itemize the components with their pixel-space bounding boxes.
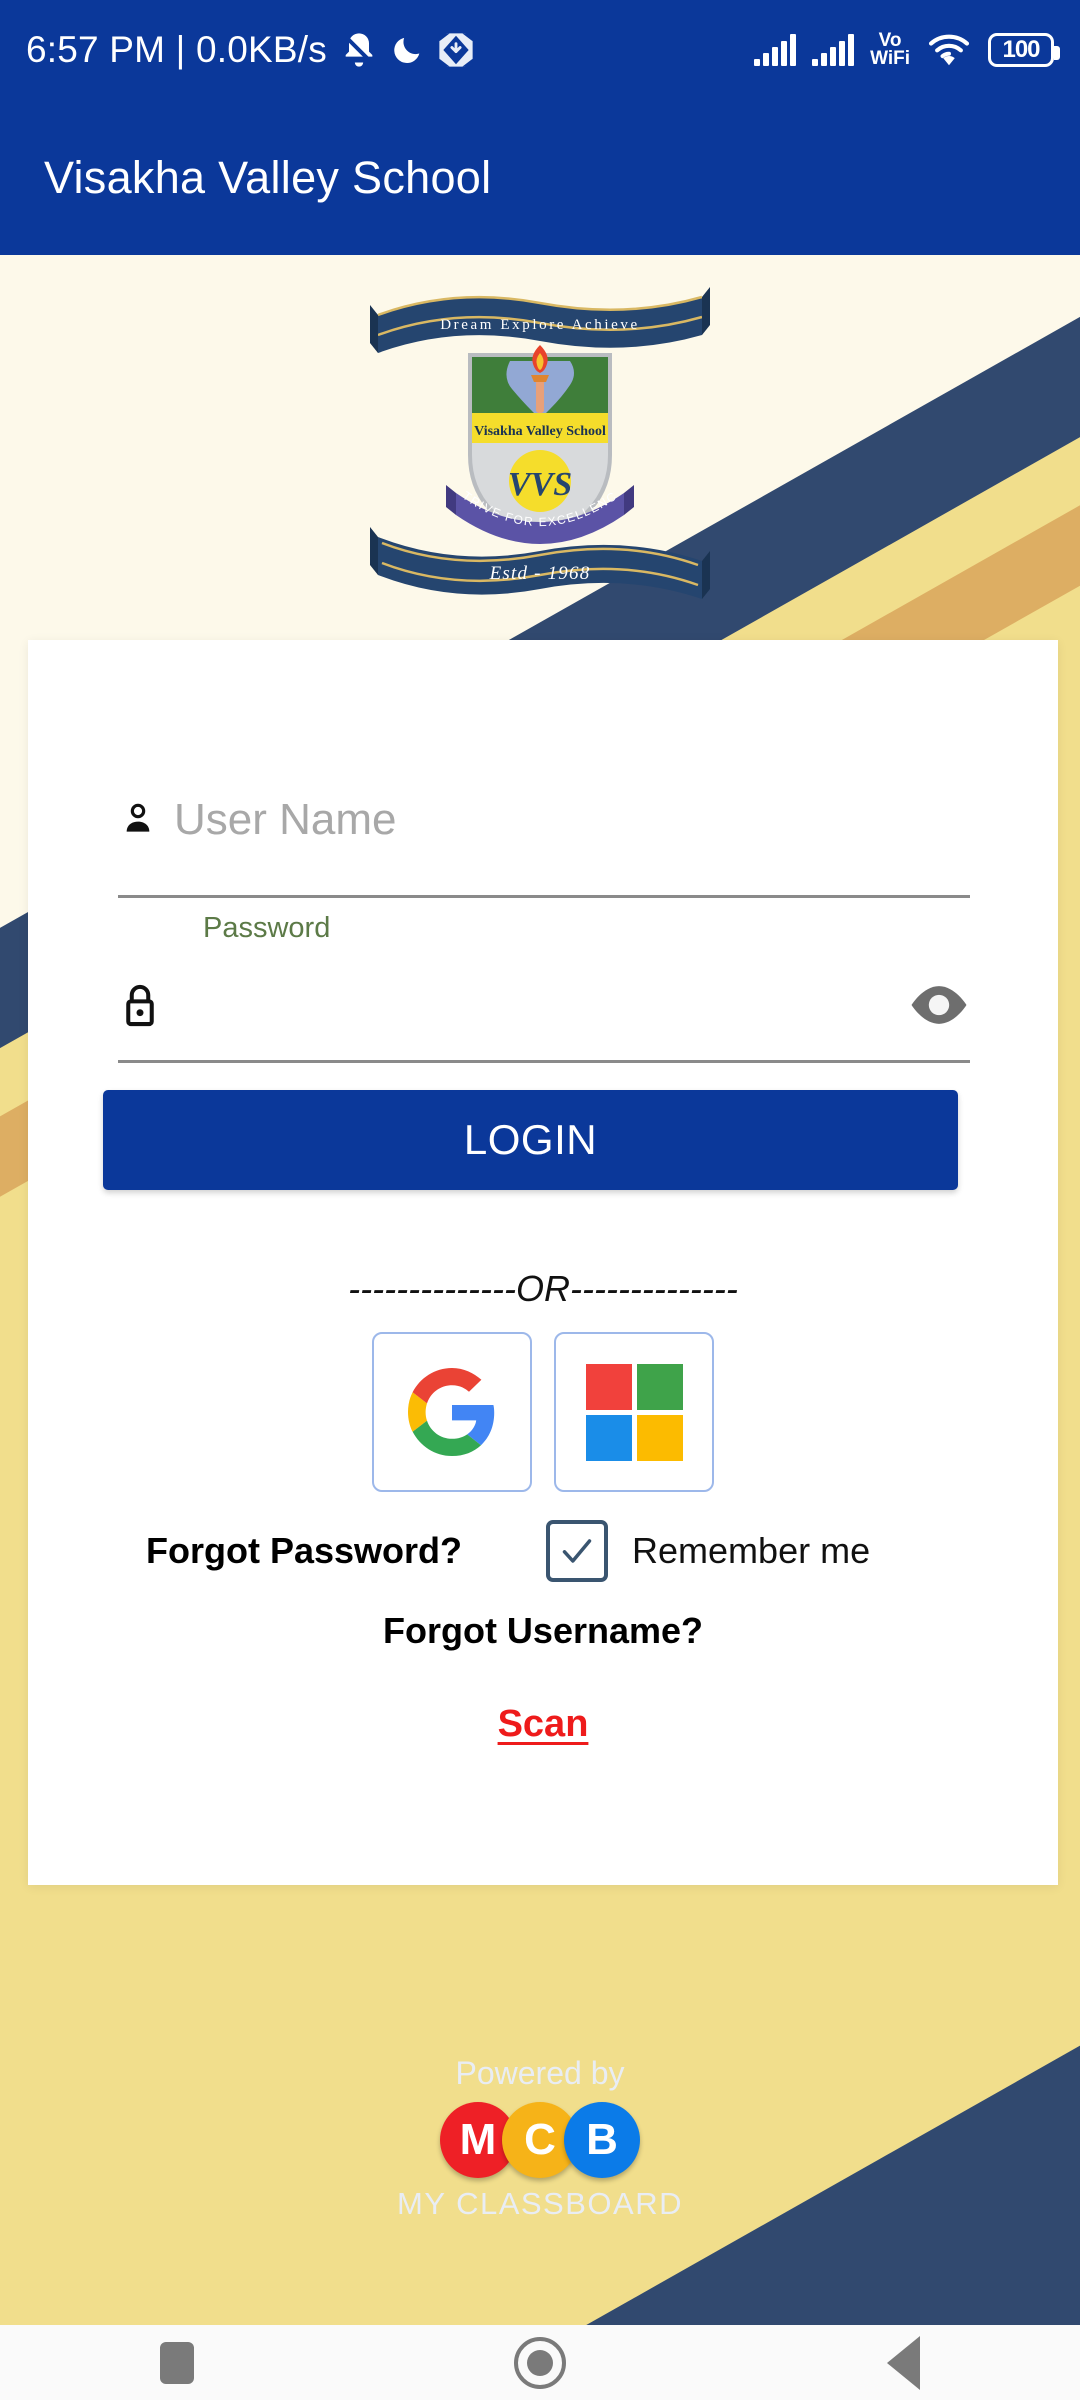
back-triangle-icon[interactable] — [886, 2335, 920, 2390]
powered-by-label: Powered by — [455, 2055, 625, 2091]
crest-top-ribbon-text: Dream Explore Achieve — [440, 317, 640, 333]
vowifi-indicator: Vo WiFi — [870, 31, 910, 69]
vowifi-line2: WiFi — [870, 48, 910, 69]
remember-me-label: Remember me — [632, 1530, 871, 1571]
scan-link[interactable]: Scan — [28, 1703, 1058, 1746]
forgot-username-link[interactable]: Forgot Username? — [28, 1610, 1058, 1652]
or-divider: --------------OR-------------- — [348, 1268, 738, 1309]
data-saver-icon — [439, 33, 473, 67]
status-bar: 6:57 PM | 0.0KB/s Vo WiFi 100 — [0, 0, 1080, 100]
battery-icon: 100 — [988, 33, 1060, 67]
google-g-icon — [408, 1368, 495, 1456]
school-logo: Dream Explore Achieve Visakha Valley Sch… — [0, 262, 1080, 637]
page-title: Visakha Valley School — [44, 151, 492, 203]
remember-me-checkbox[interactable] — [546, 1520, 609, 1582]
battery-level: 100 — [1002, 36, 1040, 63]
social-login-row — [28, 1332, 1058, 1492]
app-bar: Visakha Valley School — [0, 100, 1080, 255]
school-crest-icon: Dream Explore Achieve Visakha Valley Sch… — [360, 285, 710, 599]
signal-bars-icon — [812, 34, 855, 66]
password-label: Password — [203, 912, 331, 944]
wifi-icon — [928, 34, 970, 66]
microsoft-squares-icon — [585, 1363, 683, 1461]
google-signin-button[interactable] — [372, 1332, 532, 1492]
person-icon — [126, 803, 150, 832]
options-row: Forgot Password? Remember me — [28, 1520, 1058, 1582]
recents-square-icon[interactable] — [160, 2341, 195, 2384]
home-circle-icon[interactable] — [514, 2336, 567, 2389]
mcb-logo: M C B — [440, 2102, 640, 2178]
crest-bottom-ribbon-text: Estd - 1968 — [489, 563, 591, 584]
mcb-letter-b: B — [564, 2102, 640, 2178]
lock-icon — [126, 984, 154, 1027]
microsoft-signin-button[interactable] — [554, 1332, 714, 1492]
username-field[interactable]: User Name — [118, 785, 970, 855]
username-underline — [118, 895, 970, 898]
password-underline — [118, 1060, 970, 1063]
eye-icon[interactable] — [908, 982, 970, 1028]
crest-band-text: Visakha Valley School — [474, 424, 606, 439]
password-field[interactable] — [118, 960, 970, 1050]
username-placeholder: User Name — [174, 795, 397, 844]
remember-me-group[interactable]: Remember me — [546, 1520, 870, 1582]
login-card: User Name Password LOGIN --------------O… — [28, 640, 1058, 1885]
login-button[interactable]: LOGIN — [103, 1090, 958, 1190]
brand-name: MY CLASSBOARD — [397, 2186, 683, 2221]
status-bar-left: 6:57 PM | 0.0KB/s — [26, 29, 475, 71]
check-icon — [562, 1539, 592, 1563]
crescent-moon-icon — [394, 37, 420, 63]
status-bar-right: Vo WiFi 100 — [754, 31, 1060, 69]
signal-bars-icon — [754, 34, 797, 66]
android-nav-bar — [0, 2325, 1080, 2400]
status-clock: 6:57 PM | 0.0KB/s — [26, 29, 327, 70]
forgot-password-link[interactable]: Forgot Password? — [146, 1530, 462, 1572]
mute-bell-icon — [342, 33, 376, 67]
crest-monogram-text: VVS — [508, 466, 572, 503]
footer-branding: Powered by M C B MY CLASSBOARD — [0, 2055, 1080, 2222]
